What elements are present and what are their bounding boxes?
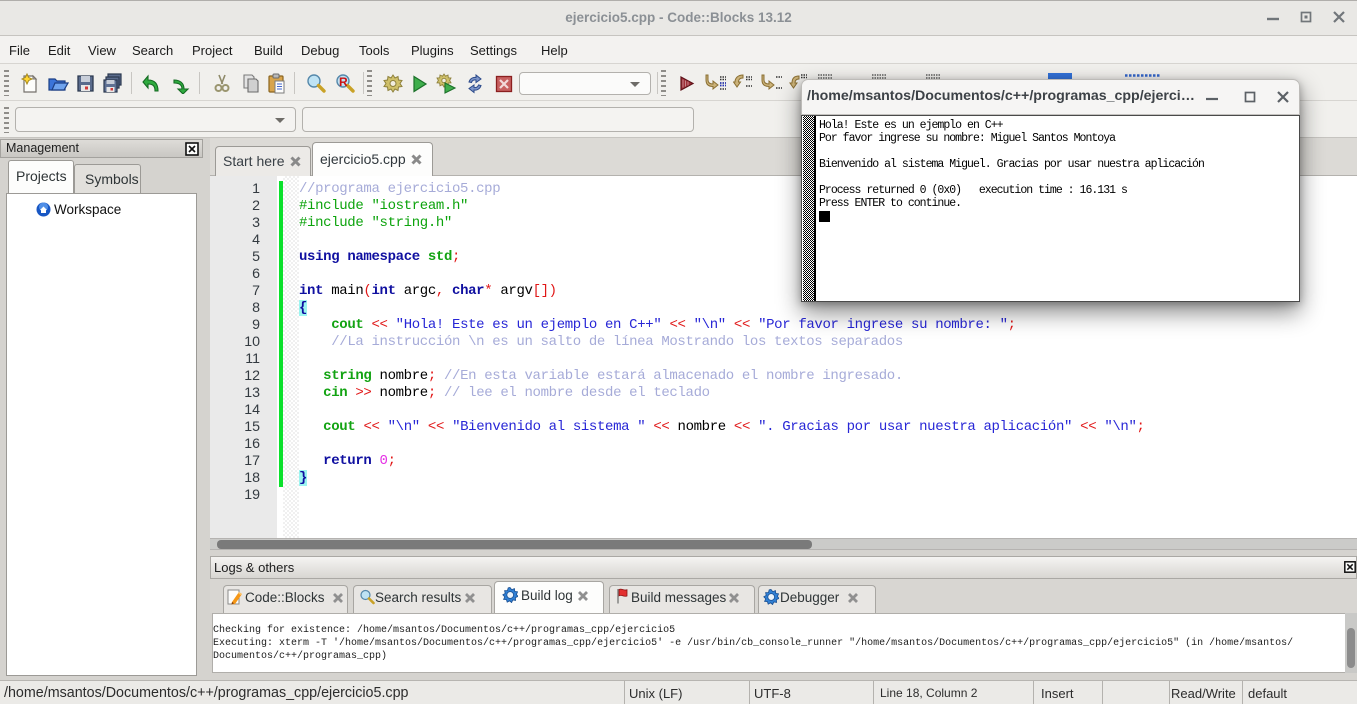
svg-text:R: R	[339, 75, 348, 89]
